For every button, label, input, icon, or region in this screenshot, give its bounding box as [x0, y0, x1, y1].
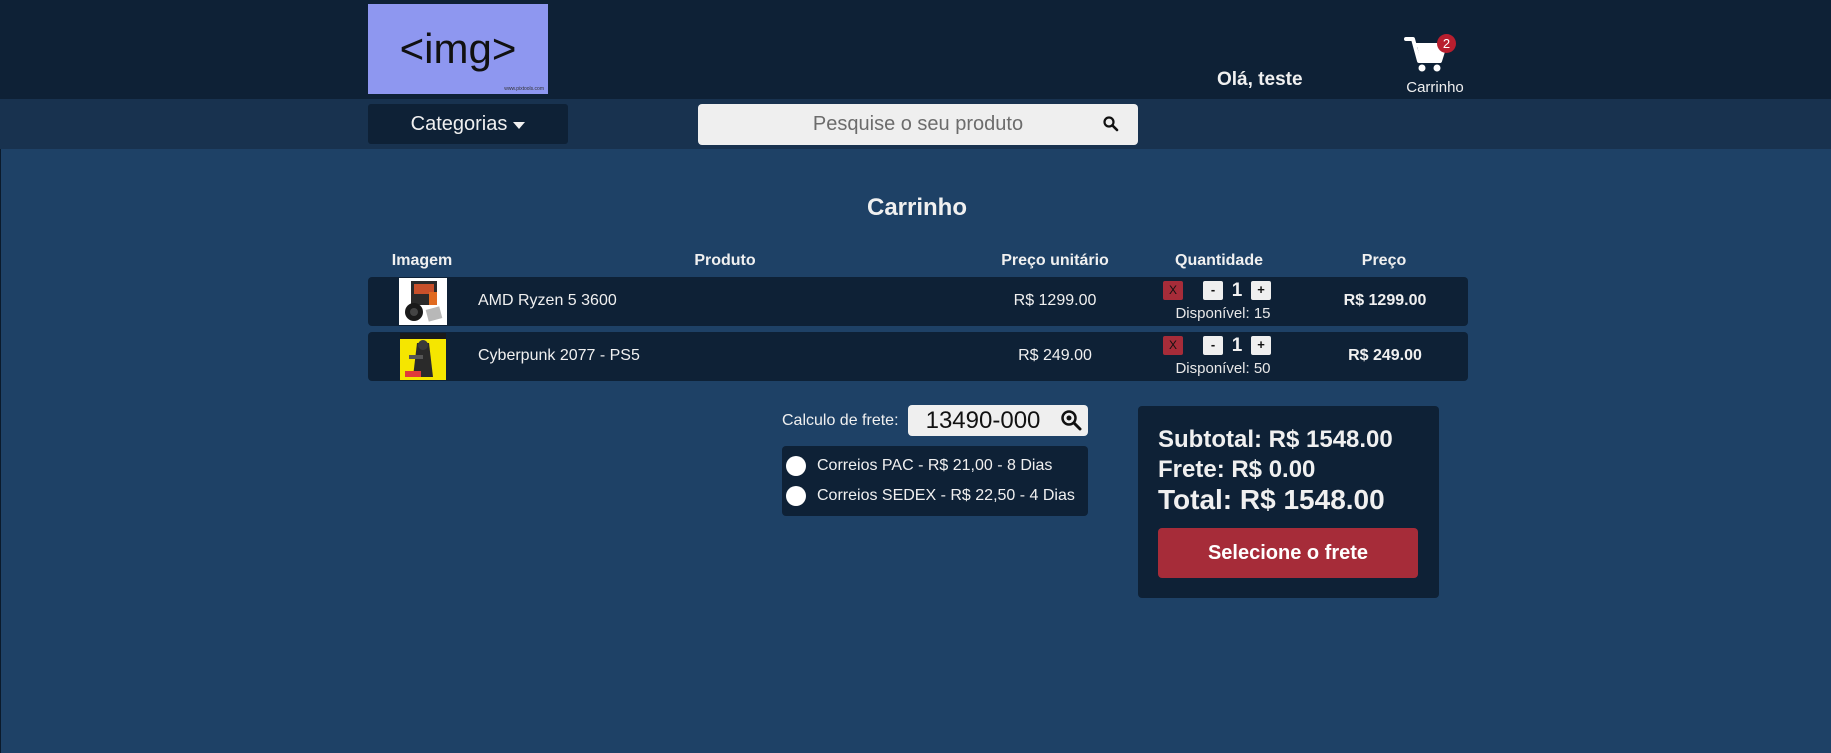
remove-item-button[interactable]: X — [1163, 281, 1183, 300]
product-image[interactable] — [399, 333, 447, 380]
categories-dropdown[interactable]: Categorias — [368, 104, 568, 144]
cart-count-badge: 2 — [1437, 34, 1456, 53]
table-row: Cyberpunk 2077 - PS5 R$ 249.00 X - 1 + D… — [368, 332, 1468, 381]
cep-input[interactable] — [908, 405, 1058, 436]
row-price: R$ 249.00 — [1348, 347, 1422, 364]
caret-down-icon — [513, 121, 526, 129]
increase-quantity-button[interactable]: + — [1251, 281, 1271, 300]
shipping-option-label: Correios PAC - R$ 21,00 - 8 Dias — [817, 457, 1053, 474]
quantity-stepper: X - 1 + Disponível: 50 — [1163, 335, 1283, 379]
search-bar — [698, 104, 1138, 145]
cart-link[interactable]: 2 Carrinho — [1385, 30, 1485, 96]
col-header-quantity: Quantidade — [1174, 252, 1264, 269]
search-icon[interactable] — [1102, 115, 1120, 133]
shipping-option-pac[interactable]: Correios PAC - R$ 21,00 - 8 Dias — [786, 454, 1052, 478]
page-title: Carrinho — [866, 194, 967, 221]
stock-available: Disponível: 15 — [1175, 305, 1271, 322]
radio-button[interactable] — [786, 486, 806, 506]
top-header: <img> www.pixtools.com Olá, teste 2 Carr… — [0, 0, 1831, 99]
unit-price: R$ 249.00 — [1018, 347, 1092, 364]
zoom-search-icon[interactable] — [1060, 409, 1082, 431]
order-summary: Subtotal: R$ 1548.00 Frete: R$ 0.00 Tota… — [1138, 406, 1439, 598]
col-header-product: Produto — [694, 252, 756, 269]
decrease-quantity-button[interactable]: - — [1203, 281, 1223, 300]
col-header-unit-price: Preço unitário — [1001, 252, 1109, 269]
product-image[interactable] — [399, 278, 447, 325]
cep-field-wrapper — [908, 405, 1088, 436]
col-header-image: Imagem — [391, 252, 453, 269]
logo-caption: www.pixtools.com — [504, 86, 544, 92]
shipping-options: Correios PAC - R$ 21,00 - 8 Dias Correio… — [782, 446, 1088, 516]
order-total: Total: R$ 1548.00 — [1158, 484, 1385, 515]
product-name[interactable]: AMD Ryzen 5 3600 — [478, 292, 617, 310]
table-row: AMD Ryzen 5 3600 R$ 1299.00 X - 1 + Disp… — [368, 277, 1468, 326]
decrease-quantity-button[interactable]: - — [1203, 336, 1223, 355]
row-price: R$ 1299.00 — [1343, 292, 1427, 309]
logo-text: <img> — [399, 25, 517, 72]
radio-button[interactable] — [786, 456, 806, 476]
quantity-value: 1 — [1231, 280, 1243, 301]
nav-bar: Categorias — [0, 99, 1831, 149]
quantity-stepper: X - 1 + Disponível: 15 — [1163, 280, 1283, 324]
remove-item-button[interactable]: X — [1163, 336, 1183, 355]
quantity-value: 1 — [1231, 335, 1243, 356]
shipping-option-sedex[interactable]: Correios SEDEX - R$ 22,50 - 4 Dias — [786, 484, 1075, 508]
increase-quantity-button[interactable]: + — [1251, 336, 1271, 355]
subtotal: Subtotal: R$ 1548.00 — [1158, 426, 1393, 453]
site-logo[interactable]: <img> www.pixtools.com — [368, 4, 548, 94]
stock-available: Disponível: 50 — [1175, 360, 1271, 377]
unit-price: R$ 1299.00 — [1013, 292, 1097, 309]
categories-label: Categorias — [410, 112, 508, 135]
cart-label: Carrinho — [1406, 79, 1464, 96]
shipping-option-label: Correios SEDEX - R$ 22,50 - 4 Dias — [817, 487, 1075, 504]
search-input[interactable] — [698, 104, 1098, 145]
user-greeting[interactable]: Olá, teste — [1217, 69, 1303, 91]
select-shipping-button[interactable]: Selecione o frete — [1158, 528, 1418, 578]
col-header-price: Preço — [1361, 252, 1407, 269]
shipping-cost: Frete: R$ 0.00 — [1158, 456, 1316, 483]
shipping-label: Calculo de frete: — [782, 412, 899, 429]
product-name[interactable]: Cyberpunk 2077 - PS5 — [478, 347, 640, 365]
